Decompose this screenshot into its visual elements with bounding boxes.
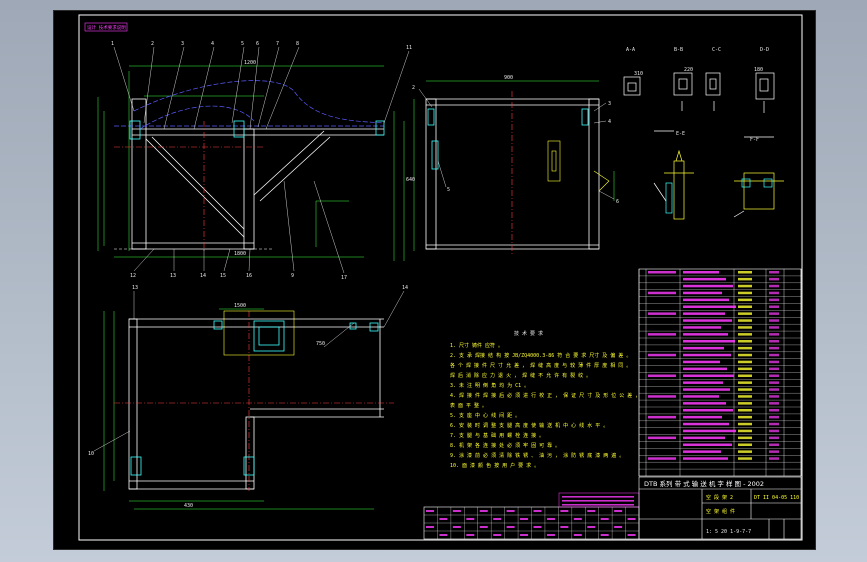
svg-text:5. 支 座 中 心 线 间 距 。: 5. 支 座 中 心 线 间 距 。 bbox=[450, 412, 520, 419]
side-view-labels: 2 3 4 5 6 900 640 bbox=[406, 75, 619, 205]
plan-view bbox=[93, 290, 405, 510]
svg-text:3: 3 bbox=[608, 101, 611, 107]
svg-text:1. 尺寸 铸件 应符 。: 1. 尺寸 铸件 应符 。 bbox=[450, 342, 503, 349]
svg-text:6. 安 装 时 调 整 支 腿 高 度 使 输 送 机 中: 6. 安 装 时 调 整 支 腿 高 度 使 输 送 机 中 心 线 水 平 。 bbox=[450, 422, 608, 429]
svg-text:10: 10 bbox=[88, 451, 94, 457]
svg-text:6: 6 bbox=[616, 199, 619, 205]
svg-text:2. 支 承 焊接 结 构 按 JB/ZQ4000.3-86: 2. 支 承 焊接 结 构 按 JB/ZQ4000.3-86 符 合 要 求 尺… bbox=[450, 352, 631, 359]
svg-text:3: 3 bbox=[181, 41, 184, 47]
svg-text:2: 2 bbox=[412, 85, 415, 91]
svg-text:430: 430 bbox=[184, 503, 193, 509]
cad-viewport[interactable]: 设计 技术要求说明 1 2 3 4 5 6 7 8 11 12 13 14 15… bbox=[53, 10, 816, 550]
svg-text:1800: 1800 bbox=[234, 251, 246, 257]
svg-text:A-A: A-A bbox=[626, 47, 635, 53]
cad-drawing[interactable]: 设计 技术要求说明 1 2 3 4 5 6 7 8 11 12 13 14 15… bbox=[54, 11, 815, 549]
svg-text:10. 面 漆 颜 色 按 用 户 要 求 。: 10. 面 漆 颜 色 按 用 户 要 求 。 bbox=[450, 462, 539, 469]
svg-text:C-C: C-C bbox=[712, 47, 721, 53]
svg-text:技 术 要 求: 技 术 要 求 bbox=[514, 330, 543, 337]
svg-text:9: 9 bbox=[291, 273, 294, 279]
svg-text:1200: 1200 bbox=[244, 60, 256, 66]
svg-text:7. 支 腿 与 基 础 用 螺 栓 连 接 。: 7. 支 腿 与 基 础 用 螺 栓 连 接 。 bbox=[450, 432, 544, 439]
svg-text:各 个 焊 接 件 尺 寸 允 差 ， 焊 缝 高 度 与: 各 个 焊 接 件 尺 寸 允 差 ， 焊 缝 高 度 与 较 薄 件 厚 度 … bbox=[450, 362, 631, 369]
svg-text:8. 机 架 各 连 接 处 必 须 牢 固 可 靠 。: 8. 机 架 各 连 接 处 必 须 牢 固 可 靠 。 bbox=[450, 442, 560, 449]
svg-text:12: 12 bbox=[130, 273, 136, 279]
svg-text:11: 11 bbox=[406, 45, 412, 51]
svg-text:9. 涂 漆 前 必 须 清 除 铁 锈 、 油 污 ， 涂: 9. 涂 漆 前 必 须 清 除 铁 锈 、 油 污 ， 涂 防 锈 底 漆 两… bbox=[450, 452, 624, 459]
revision-table bbox=[423, 492, 640, 540]
title-block-text: DTB 系列 带 式 输 送 机 字 样 图 - 2002 空 段 架 2 空 … bbox=[644, 479, 799, 535]
section-labels: A-A B-B C-C D-D E-E F-F 310 220 180 bbox=[626, 47, 769, 143]
svg-text:310: 310 bbox=[634, 71, 643, 77]
svg-text:2: 2 bbox=[151, 41, 154, 47]
svg-text:3. 未 注 明 倒 角 均 为 C1 。: 3. 未 注 明 倒 角 均 为 C1 。 bbox=[450, 382, 529, 389]
svg-text:180: 180 bbox=[754, 67, 763, 73]
svg-text:4: 4 bbox=[608, 119, 611, 125]
svg-text:8: 8 bbox=[296, 41, 299, 47]
svg-text:220: 220 bbox=[684, 67, 693, 73]
svg-text:空 段 架 2: 空 段 架 2 bbox=[706, 494, 733, 501]
svg-text:4. 焊 接 件 焊 接 后 必 须 进 行 校 正 ， 保: 4. 焊 接 件 焊 接 后 必 须 进 行 校 正 ， 保 证 尺 寸 及 形… bbox=[450, 392, 640, 399]
sheet-border bbox=[78, 14, 803, 541]
svg-text:5: 5 bbox=[447, 187, 450, 193]
svg-text:DT II 04-05 110: DT II 04-05 110 bbox=[754, 495, 799, 501]
svg-text:14: 14 bbox=[200, 273, 206, 279]
svg-text:14: 14 bbox=[402, 285, 408, 291]
svg-text:15: 15 bbox=[220, 273, 226, 279]
svg-text:1: 5 20 1-9-7-7: 1: 5 20 1-9-7-7 bbox=[706, 529, 751, 535]
svg-text:17: 17 bbox=[341, 275, 347, 281]
svg-text:F-F: F-F bbox=[750, 137, 759, 143]
svg-text:B-B: B-B bbox=[674, 47, 683, 53]
svg-text:900: 900 bbox=[504, 75, 513, 81]
svg-text:E-E: E-E bbox=[676, 131, 685, 137]
svg-text:1: 1 bbox=[111, 41, 114, 47]
svg-text:750: 750 bbox=[316, 341, 325, 347]
technical-notes: 技 术 要 求 1. 尺寸 铸件 应符 。 2. 支 承 焊接 结 构 按 JB… bbox=[450, 330, 640, 469]
front-view bbox=[97, 46, 410, 274]
svg-text:DTB 系列 带 式 输 送 机 字 样 图 - 20: DTB 系列 带 式 输 送 机 字 样 图 - 2002 bbox=[644, 479, 764, 488]
svg-text:5: 5 bbox=[241, 41, 244, 47]
front-view-labels: 1 2 3 4 5 6 7 8 11 12 13 14 15 16 9 17 1… bbox=[111, 41, 412, 281]
svg-text:6: 6 bbox=[256, 41, 259, 47]
svg-text:640: 640 bbox=[406, 177, 415, 183]
svg-text:13: 13 bbox=[132, 285, 138, 291]
svg-text:1500: 1500 bbox=[234, 303, 246, 309]
svg-text:表 面 平 整 。: 表 面 平 整 。 bbox=[450, 402, 487, 409]
svg-text:焊 后 消 除 应 力 退 火 ， 焊 缝 不 允 许 有: 焊 后 消 除 应 力 退 火 ， 焊 缝 不 允 许 有 裂 纹 。 bbox=[450, 372, 591, 379]
corner-tag: 设计 技术要求说明 bbox=[87, 24, 126, 31]
svg-text:7: 7 bbox=[276, 41, 279, 47]
svg-text:空 架 组 件: 空 架 组 件 bbox=[706, 508, 735, 515]
svg-text:16: 16 bbox=[246, 273, 252, 279]
section-details bbox=[623, 72, 784, 220]
parts-list bbox=[638, 268, 802, 477]
side-view bbox=[413, 80, 615, 256]
svg-text:13: 13 bbox=[170, 273, 176, 279]
svg-text:D-D: D-D bbox=[760, 47, 769, 53]
svg-text:4: 4 bbox=[211, 41, 214, 47]
